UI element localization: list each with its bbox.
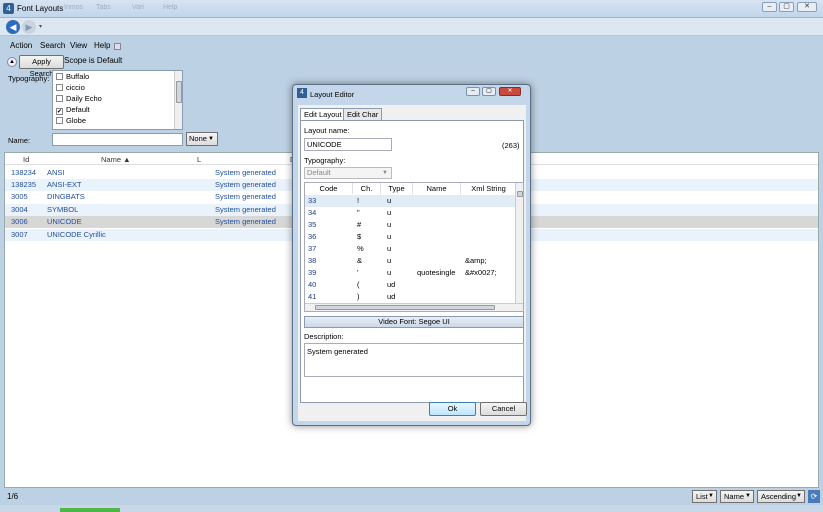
grid-header-name[interactable]: Name	[413, 183, 461, 194]
dialog-body: Edit Layout Edit Char Layout name: UNICO…	[298, 105, 527, 421]
taskbar-strip	[0, 505, 823, 512]
title-bar: 4 Font Layouts Inmos Tabs Vari Help – ▢ …	[0, 0, 823, 18]
dialog-title-bar: 4 Layout Editor – ▢ ✕	[293, 85, 530, 101]
window-title: Font Layouts	[17, 4, 64, 13]
grid-header-xml[interactable]: Xml String	[461, 183, 517, 194]
typography-item[interactable]: ✔ Default	[53, 104, 182, 115]
taskbar-progress	[60, 508, 120, 512]
grid-header-ch[interactable]: Ch.	[353, 183, 381, 194]
typography-scrollbar[interactable]	[174, 71, 182, 129]
grid-horizontal-scrollbar[interactable]	[305, 303, 523, 311]
video-font-button[interactable]: Video Font: Segoe UI	[304, 316, 524, 328]
column-name[interactable]: Name ▲	[101, 155, 131, 164]
dialog-title: Layout Editor	[310, 90, 355, 99]
menu-action[interactable]: Action	[10, 41, 32, 50]
grid-row[interactable]: 36 $ u	[305, 231, 515, 243]
chevron-down-icon: ▼	[208, 136, 214, 142]
typography-item[interactable]: Daily Echo	[53, 93, 182, 104]
view-select[interactable]: List ▼	[692, 490, 717, 503]
column-l[interactable]: L	[197, 155, 201, 164]
typography-list[interactable]: Buffalo ciccio Daily Echo ✔ Default Globe	[52, 70, 183, 130]
character-grid[interactable]: Code Ch. Type Name Xml String 33! u 34 " u …	[304, 182, 524, 312]
typography-item[interactable]: ciccio	[53, 82, 182, 93]
scope-label: Scope is Default	[64, 56, 123, 65]
ghost-menu-1: Inmos	[64, 4, 84, 11]
checkbox[interactable]	[56, 84, 63, 91]
grid-row[interactable]: 37% u	[305, 243, 515, 255]
record-count: 1/6	[7, 492, 19, 501]
close-button[interactable]: ✕	[499, 87, 521, 96]
column-id[interactable]: Id	[23, 155, 29, 164]
menu-bar: Action Search View Help	[0, 37, 823, 53]
grid-row[interactable]: 40(ud	[305, 279, 515, 291]
status-bar: 1/6 List ▼ Name ▼ Ascending ▼ ⟳	[0, 489, 823, 505]
ghost-menu-2: Tabs	[96, 4, 111, 11]
scroll-thumb[interactable]	[315, 305, 495, 310]
minimize-button[interactable]: –	[466, 87, 480, 96]
chevron-down-icon: ▼	[708, 493, 714, 499]
grid-row[interactable]: 35 # u	[305, 219, 515, 231]
chevron-down-icon: ▼	[796, 493, 802, 499]
nav-bar: ◀ ▶ ▾	[0, 18, 823, 36]
menu-help[interactable]: Help	[94, 41, 110, 50]
grid-header-code[interactable]: Code	[305, 183, 353, 194]
tab-edit-char[interactable]: Edit Char	[343, 108, 383, 120]
layout-name-label: Layout name:	[304, 126, 350, 135]
back-arrow-icon[interactable]: ◀	[6, 20, 20, 34]
grid-row[interactable]: 39 ' u quotesingle &#x0027;	[305, 267, 515, 279]
description-label: Description:	[304, 332, 344, 341]
typography-item[interactable]: Globe	[53, 115, 182, 126]
ok-button[interactable]: Ok	[429, 402, 476, 416]
grid-row[interactable]: 41) ud	[305, 291, 515, 303]
layout-name-input[interactable]: UNICODE	[304, 138, 392, 151]
name-input[interactable]	[52, 133, 183, 146]
name-match-select[interactable]: None ▼	[186, 132, 218, 146]
layout-editor-dialog: 4 Layout Editor – ▢ ✕ Edit Layout Edit C…	[292, 84, 531, 426]
typography-item[interactable]: Buffalo	[53, 71, 182, 82]
menu-search[interactable]: Search	[40, 41, 65, 50]
typography-label: Typography:	[8, 74, 50, 83]
checkbox[interactable]	[56, 95, 63, 102]
ghost-menu-3: Vari	[132, 4, 144, 11]
cancel-button[interactable]: Cancel	[480, 402, 527, 416]
chevron-down-icon: ▼	[382, 170, 388, 176]
sort-field-select[interactable]: Name ▼	[720, 490, 754, 503]
description-field[interactable]: System generated	[304, 343, 524, 377]
typography-label: Typography:	[304, 156, 346, 165]
grid-row[interactable]: 34 " u	[305, 207, 515, 219]
grid-row[interactable]: 33! u	[305, 195, 515, 207]
typography-select[interactable]: Default ▼	[304, 167, 392, 179]
close-button[interactable]: ✕	[797, 2, 817, 12]
sort-ascending-icon: ▲	[123, 155, 131, 164]
forward-arrow-icon[interactable]: ▶	[22, 20, 36, 34]
apply-search-button[interactable]: Apply Search	[19, 55, 64, 78]
history-dropdown-icon[interactable]: ▾	[39, 23, 42, 30]
scroll-thumb[interactable]	[517, 191, 523, 197]
grid-header-type[interactable]: Type	[381, 183, 413, 194]
app-icon: 4	[297, 88, 307, 98]
maximize-button[interactable]: ▢	[482, 87, 496, 96]
grid-row[interactable]: 38 & u &amp;	[305, 255, 515, 267]
collapse-up-icon[interactable]: ▲	[7, 57, 17, 67]
checkbox[interactable]	[56, 117, 63, 124]
minimize-button[interactable]: –	[762, 2, 777, 12]
checkbox-checked[interactable]: ✔	[56, 108, 63, 115]
edit-layout-panel: Layout name: UNICODE (263) Typography: D…	[300, 120, 524, 403]
sort-order-select[interactable]: Ascending ▼	[757, 490, 805, 503]
scroll-thumb[interactable]	[176, 81, 182, 103]
char-count: (263)	[502, 141, 520, 150]
maximize-button[interactable]: ▢	[779, 2, 794, 12]
refresh-icon[interactable]: ⟳	[808, 490, 820, 503]
chevron-down-icon: ▼	[745, 493, 751, 499]
ghost-menu-4: Help	[163, 4, 178, 11]
name-label: Name:	[8, 136, 31, 145]
menu-grip-icon	[114, 43, 121, 50]
app-icon: 4	[3, 3, 14, 14]
menu-view[interactable]: View	[70, 41, 87, 50]
checkbox[interactable]	[56, 73, 63, 80]
grid-vertical-scrollbar[interactable]	[515, 183, 523, 305]
